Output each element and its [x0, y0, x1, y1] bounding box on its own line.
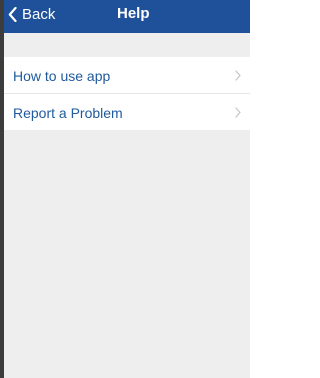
empty-content-area: [4, 130, 250, 378]
page-title: Help: [117, 5, 150, 22]
navigation-bar: Back Help: [4, 0, 250, 33]
chevron-right-icon: [235, 107, 241, 118]
menu-item-label: How to use app: [13, 68, 111, 84]
menu-item-how-to-use-app[interactable]: How to use app: [4, 57, 250, 94]
help-menu-list: How to use app Report a Problem: [4, 57, 250, 130]
menu-item-report-a-problem[interactable]: Report a Problem: [4, 94, 250, 130]
section-header-spacer: [4, 33, 250, 57]
help-screen: Back Help How to use app Report a Proble…: [0, 0, 250, 378]
menu-item-label: Report a Problem: [13, 105, 123, 121]
back-button[interactable]: Back: [8, 3, 55, 25]
back-button-label: Back: [22, 5, 56, 23]
chevron-left-icon: [8, 6, 17, 22]
chevron-right-icon: [235, 70, 241, 81]
